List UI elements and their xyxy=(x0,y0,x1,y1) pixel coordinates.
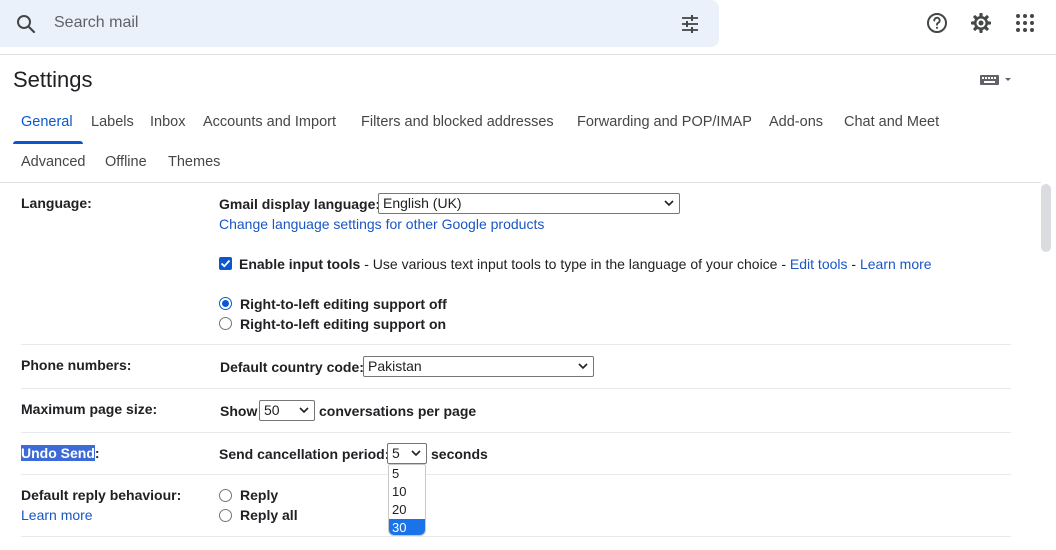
country-code-select[interactable]: Pakistan xyxy=(363,356,594,377)
rtl-on-label: Right-to-left editing support on xyxy=(240,316,447,332)
active-tab-indicator xyxy=(13,141,83,144)
cancellation-period-options[interactable]: 5 10 20 30 xyxy=(388,464,426,536)
cancellation-period-label: Send cancellation period: xyxy=(219,446,390,462)
change-language-link[interactable]: Change language settings for other Googl… xyxy=(219,216,544,232)
tab-inbox[interactable]: Inbox xyxy=(150,114,185,130)
top-bar: Search mail xyxy=(0,0,1056,48)
cancellation-period-value: 5 xyxy=(392,445,400,461)
keyboard-icon[interactable] xyxy=(980,72,1016,88)
seconds-label: seconds xyxy=(431,446,488,462)
rtl-on-radio[interactable] xyxy=(219,317,232,330)
display-language-label: Gmail display language: xyxy=(219,196,381,212)
tab-themes[interactable]: Themes xyxy=(168,154,220,170)
search-input[interactable]: Search mail xyxy=(54,14,138,32)
tab-chat-and-meet[interactable]: Chat and Meet xyxy=(844,114,939,130)
help-icon[interactable] xyxy=(925,11,949,35)
undo-send-selected-text: Undo Send xyxy=(21,445,95,461)
chevron-down-icon xyxy=(578,363,588,370)
edit-tools-link[interactable]: Edit tools xyxy=(790,256,848,272)
option-30[interactable]: 30 xyxy=(389,519,425,535)
rtl-off-label: Right-to-left editing support off xyxy=(240,296,447,312)
tab-general[interactable]: General xyxy=(21,114,73,130)
row-divider xyxy=(21,432,1011,433)
reply-option-label: Reply xyxy=(240,487,279,503)
display-language-select[interactable]: English (UK) xyxy=(378,193,680,214)
gear-icon[interactable] xyxy=(969,11,993,35)
rtl-off-radio[interactable] xyxy=(219,297,232,310)
reply-behaviour-label: Default reply behaviour: xyxy=(21,487,182,503)
scrollbar[interactable] xyxy=(1041,184,1051,252)
separator-dash: - xyxy=(847,256,860,272)
tab-labels[interactable]: Labels xyxy=(91,114,134,130)
page-size-value: 50 xyxy=(264,402,280,418)
tab-advanced[interactable]: Advanced xyxy=(21,154,86,170)
option-5[interactable]: 5 xyxy=(389,465,425,483)
row-divider xyxy=(21,388,1011,389)
page-title: Settings xyxy=(13,67,93,92)
chevron-down-icon xyxy=(664,200,674,207)
display-language-value: English (UK) xyxy=(383,195,462,211)
input-tools-learn-more-link[interactable]: Learn more xyxy=(860,256,932,272)
option-20[interactable]: 20 xyxy=(389,501,425,519)
search-icon[interactable] xyxy=(14,12,38,36)
reply-all-radio[interactable] xyxy=(219,509,232,522)
search-box[interactable]: Search mail xyxy=(0,0,719,47)
language-label: Language: xyxy=(21,195,92,211)
chevron-down-icon xyxy=(299,407,309,414)
option-10[interactable]: 10 xyxy=(389,483,425,501)
reply-radio[interactable] xyxy=(219,489,232,502)
chevron-down-icon xyxy=(411,450,421,457)
top-divider xyxy=(0,54,1056,55)
row-divider xyxy=(21,344,1011,345)
input-tools-description: - Use various text input tools to type i… xyxy=(360,256,790,272)
cancellation-period-select[interactable]: 5 xyxy=(387,443,427,464)
show-label: Show xyxy=(220,403,258,419)
tab-forwarding[interactable]: Forwarding and POP/IMAP xyxy=(577,114,752,130)
page-size-suffix: conversations per page xyxy=(319,403,477,419)
tab-offline[interactable]: Offline xyxy=(105,154,147,170)
country-code-label: Default country code: xyxy=(220,359,364,375)
undo-send-colon: : xyxy=(94,445,100,461)
row-divider xyxy=(21,536,1011,537)
max-page-size-label: Maximum page size: xyxy=(21,401,158,417)
row-divider xyxy=(21,474,1011,475)
tab-add-ons[interactable]: Add-ons xyxy=(769,114,823,130)
page-size-select[interactable]: 50 xyxy=(259,400,315,421)
tab-accounts-and-import[interactable]: Accounts and Import xyxy=(203,114,336,130)
search-options-icon[interactable] xyxy=(678,12,702,36)
reply-all-option-label: Reply all xyxy=(240,507,298,523)
tab-filters[interactable]: Filters and blocked addresses xyxy=(361,114,554,130)
reply-learn-more-link[interactable]: Learn more xyxy=(21,507,93,523)
undo-send-label: Undo Send: xyxy=(21,445,100,461)
phone-numbers-label: Phone numbers: xyxy=(21,357,132,373)
enable-input-tools-checkbox[interactable] xyxy=(219,257,232,270)
input-tools-text: Enable input tools - Use various text in… xyxy=(239,256,932,272)
apps-grid-icon[interactable] xyxy=(1013,11,1037,35)
input-tools-label: Enable input tools xyxy=(239,256,361,272)
tabs-divider xyxy=(0,182,1041,183)
country-code-value: Pakistan xyxy=(368,358,422,374)
